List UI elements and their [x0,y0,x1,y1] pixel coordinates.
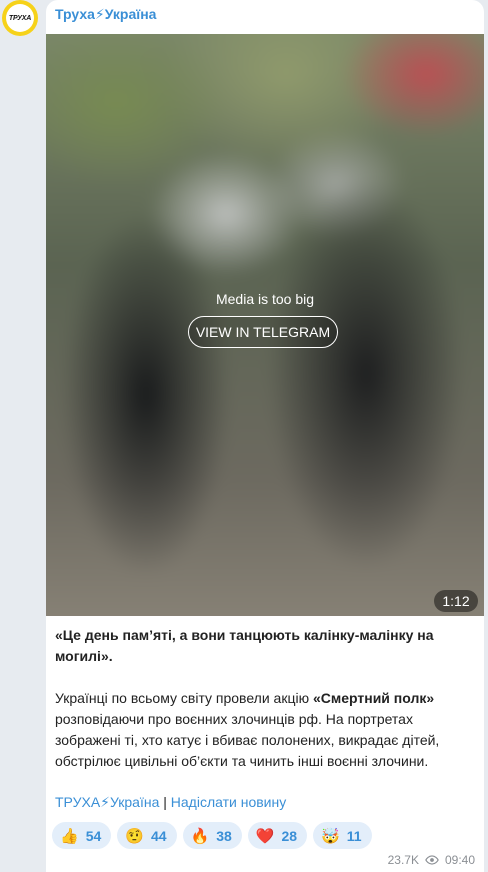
video-preview[interactable]: Media is too big VIEW IN TELEGRAM 1:12 [46,34,484,616]
video-duration-badge: 1:12 [434,590,478,612]
fire-icon: 🔥 [190,827,210,845]
reaction-thumbs-up[interactable]: 👍 54 [52,822,112,849]
view-in-telegram-button[interactable]: VIEW IN TELEGRAM [188,316,338,348]
reaction-heart[interactable]: ❤️ 28 [247,822,308,849]
reaction-fire[interactable]: 🔥 38 [182,822,242,849]
post-body-end: розповідаючи про воєнних злочинців рф. Н… [55,711,440,769]
submit-news-link[interactable]: Надіслати новину [171,794,286,810]
post-body: Українці по всьому світу провели акцію «… [55,688,475,772]
link-separator: | [159,794,171,810]
eye-icon [425,855,439,865]
channel-avatar[interactable]: ТРУХА [2,0,38,36]
post-body-start: Українці по всьому світу провели акцію [55,690,313,706]
post-links: ТРУХА⚡Україна | Надіслати новину [55,794,286,811]
exploding-head-icon: 🤯 [321,827,340,845]
channel-link[interactable]: ТРУХА⚡Україна [55,794,159,810]
reaction-raised-eyebrow[interactable]: 🤨 44 [117,822,177,849]
reaction-count: 11 [346,827,362,844]
thumbs-up-icon: 👍 [60,827,79,845]
reaction-count: 54 [85,827,102,844]
message-time: 09:40 [444,853,475,867]
media-overlay: Media is too big VIEW IN TELEGRAM 1:12 [46,34,484,616]
reactions-bar: 👍 54 🤨 44 🔥 38 ❤️ 28 🤯 11 [52,822,372,849]
message-meta: 23.7K 09:40 [388,853,475,867]
view-count: 23.7K [387,853,419,867]
heart-icon: ❤️ [255,827,275,845]
raised-eyebrow-icon: 🤨 [125,827,144,845]
post-body-highlight: «Смертний полк» [312,690,435,706]
post-quote: «Це день пам’яті, а вони танцюють калінк… [55,627,434,664]
channel-name[interactable]: Труха⚡Україна [55,6,156,23]
avatar-logo-text: ТРУХА [6,4,34,32]
message-bubble: Труха⚡Україна Media is too big VIEW IN T… [46,0,484,872]
media-too-big-message: Media is too big [215,291,315,307]
reaction-count: 38 [216,827,232,844]
reaction-exploding-head[interactable]: 🤯 11 [313,822,372,849]
reaction-count: 44 [150,827,167,844]
post-text: «Це день пам’яті, а вони танцюють калінк… [55,625,475,772]
reaction-count: 28 [281,827,298,844]
